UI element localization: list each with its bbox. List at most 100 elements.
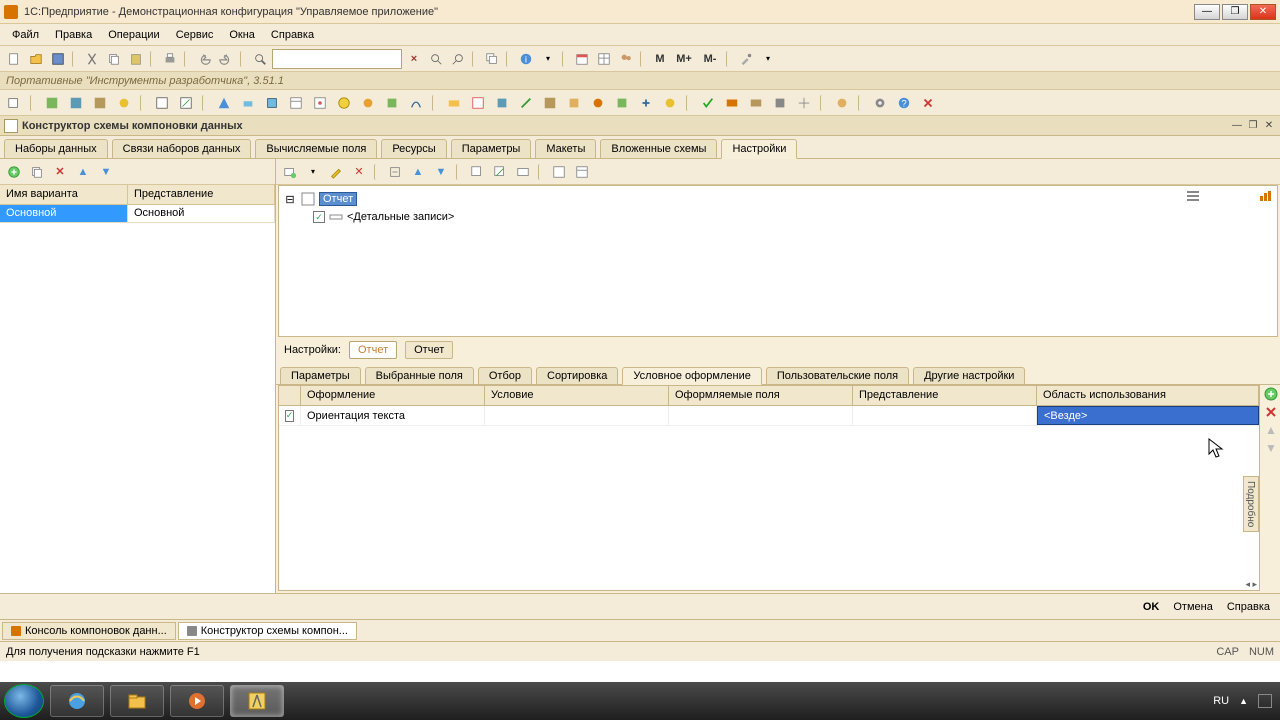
chart-view-icon[interactable] — [1257, 188, 1273, 204]
tool-icon[interactable] — [406, 93, 426, 113]
redo-icon[interactable] — [216, 49, 236, 69]
tool-icon[interactable] — [636, 93, 656, 113]
tool-icon[interactable] — [334, 93, 354, 113]
tab2-user-fields[interactable]: Пользовательские поля — [766, 367, 909, 384]
taskbar-media[interactable] — [170, 685, 224, 717]
move-up-icon[interactable]: ▲ — [73, 162, 93, 182]
tab2-selected-fields[interactable]: Выбранные поля — [365, 367, 474, 384]
mem-mplus[interactable]: M+ — [672, 49, 696, 69]
tool-icon[interactable] — [832, 93, 852, 113]
info-icon[interactable]: i — [516, 49, 536, 69]
tab2-other[interactable]: Другие настройки — [913, 367, 1025, 384]
tree-checkbox[interactable]: ✓ — [313, 211, 325, 223]
tool-icon[interactable] — [4, 93, 24, 113]
tab-datasets[interactable]: Наборы данных — [4, 139, 108, 158]
tree-tool-icon[interactable] — [572, 162, 592, 182]
gear-icon[interactable] — [870, 93, 890, 113]
cancel-button[interactable]: Отмена — [1173, 601, 1212, 613]
tool-icon[interactable] — [492, 93, 512, 113]
menu-operations[interactable]: Операции — [100, 26, 167, 44]
sub-maximize-button[interactable]: ❐ — [1246, 119, 1260, 133]
add-node-icon[interactable] — [280, 162, 300, 182]
menu-file[interactable]: Файл — [4, 26, 47, 44]
ok-button[interactable]: OK — [1143, 601, 1160, 613]
structure-tree[interactable]: ⊟ Отчет ✓ <Детальные записи> — [278, 185, 1278, 337]
crumb-report-2[interactable]: Отчет — [405, 341, 453, 359]
tool-icon[interactable] — [516, 93, 536, 113]
row-condition-cell[interactable] — [485, 406, 669, 425]
find-icon[interactable] — [250, 49, 270, 69]
move-up-icon[interactable]: ▲ — [1264, 423, 1278, 437]
print-icon[interactable] — [160, 49, 180, 69]
menu-windows[interactable]: Окна — [221, 26, 263, 44]
sub-close-button[interactable]: ✕ — [1262, 119, 1276, 133]
menu-help[interactable]: Справка — [263, 26, 322, 44]
list-view-icon[interactable] — [1185, 188, 1201, 204]
tool-icon[interactable] — [794, 93, 814, 113]
tool-icon[interactable] — [42, 93, 62, 113]
maximize-button[interactable]: ❐ — [1222, 4, 1248, 20]
table-icon[interactable] — [594, 49, 614, 69]
tools-icon[interactable] — [736, 49, 756, 69]
move-down-icon[interactable]: ▼ — [96, 162, 116, 182]
tab-nested-schemas[interactable]: Вложенные схемы — [600, 139, 717, 158]
start-button[interactable] — [4, 684, 44, 718]
close-button[interactable]: ✕ — [1250, 4, 1276, 20]
search-input[interactable] — [272, 49, 402, 69]
tool-icon[interactable] — [66, 93, 86, 113]
variant-row[interactable]: Основной Основной — [0, 205, 275, 223]
tool-icon[interactable] — [90, 93, 110, 113]
undo-icon[interactable] — [194, 49, 214, 69]
tab2-sort[interactable]: Сортировка — [536, 367, 618, 384]
tool-icon[interactable] — [612, 93, 632, 113]
variants-body[interactable]: Основной Основной — [0, 205, 275, 593]
move-down-icon[interactable]: ▼ — [431, 162, 451, 182]
tray-show-desktop[interactable] — [1258, 694, 1272, 708]
tree-child-row[interactable]: ✓ <Детальные записи> — [283, 208, 1273, 226]
tool-icon[interactable] — [564, 93, 584, 113]
tool-icon[interactable] — [468, 93, 488, 113]
row-checkbox[interactable]: ✓ — [285, 410, 295, 422]
calendar-icon[interactable] — [572, 49, 592, 69]
tool-icon[interactable] — [152, 93, 172, 113]
mem-mminus[interactable]: M- — [698, 49, 722, 69]
tool-icon[interactable] — [746, 93, 766, 113]
close-tool-icon[interactable] — [918, 93, 938, 113]
new-icon[interactable] — [4, 49, 24, 69]
detail-sidebar-label[interactable]: Подробно — [1243, 476, 1259, 532]
delete-icon[interactable]: ✕ — [349, 162, 369, 182]
tool-icon[interactable] — [382, 93, 402, 113]
open-icon[interactable] — [26, 49, 46, 69]
paste-icon[interactable] — [126, 49, 146, 69]
help-button[interactable]: Справка — [1227, 601, 1270, 613]
tool-icon[interactable] — [660, 93, 680, 113]
taskbar-explorer[interactable] — [110, 685, 164, 717]
tab2-filter[interactable]: Отбор — [478, 367, 532, 384]
copy-icon[interactable] — [104, 49, 124, 69]
delete-icon[interactable]: ✕ — [50, 162, 70, 182]
add-row-icon[interactable] — [1264, 387, 1278, 401]
tray-up-icon[interactable]: ▲ — [1239, 696, 1248, 706]
check-icon[interactable] — [698, 93, 718, 113]
tool-icon[interactable] — [722, 93, 742, 113]
dropdown-icon[interactable]: ▾ — [758, 49, 778, 69]
taskbar-1c[interactable] — [230, 685, 284, 717]
edit-icon[interactable] — [326, 162, 346, 182]
clear-search-icon[interactable]: × — [404, 49, 424, 69]
dropdown-icon[interactable]: ▾ — [538, 49, 558, 69]
wndtab-console[interactable]: Консоль компоновок данн... — [2, 622, 176, 640]
crumb-report-1[interactable]: Отчет — [349, 341, 397, 359]
row-area-cell[interactable]: <Везде> — [1037, 406, 1259, 425]
save-icon[interactable] — [48, 49, 68, 69]
row-check-cell[interactable]: ✓ — [279, 406, 301, 425]
minimize-button[interactable]: — — [1194, 4, 1220, 20]
find-prev-icon[interactable] — [448, 49, 468, 69]
tool-icon[interactable] — [310, 93, 330, 113]
tree-root-row[interactable]: ⊟ Отчет — [283, 190, 1273, 208]
row-presentation-cell[interactable] — [853, 406, 1037, 425]
tool-icon[interactable] — [262, 93, 282, 113]
windows-icon[interactable] — [482, 49, 502, 69]
variant-presentation-cell[interactable]: Основной — [128, 205, 275, 223]
tool-icon[interactable] — [176, 93, 196, 113]
tool-icon[interactable] — [770, 93, 790, 113]
